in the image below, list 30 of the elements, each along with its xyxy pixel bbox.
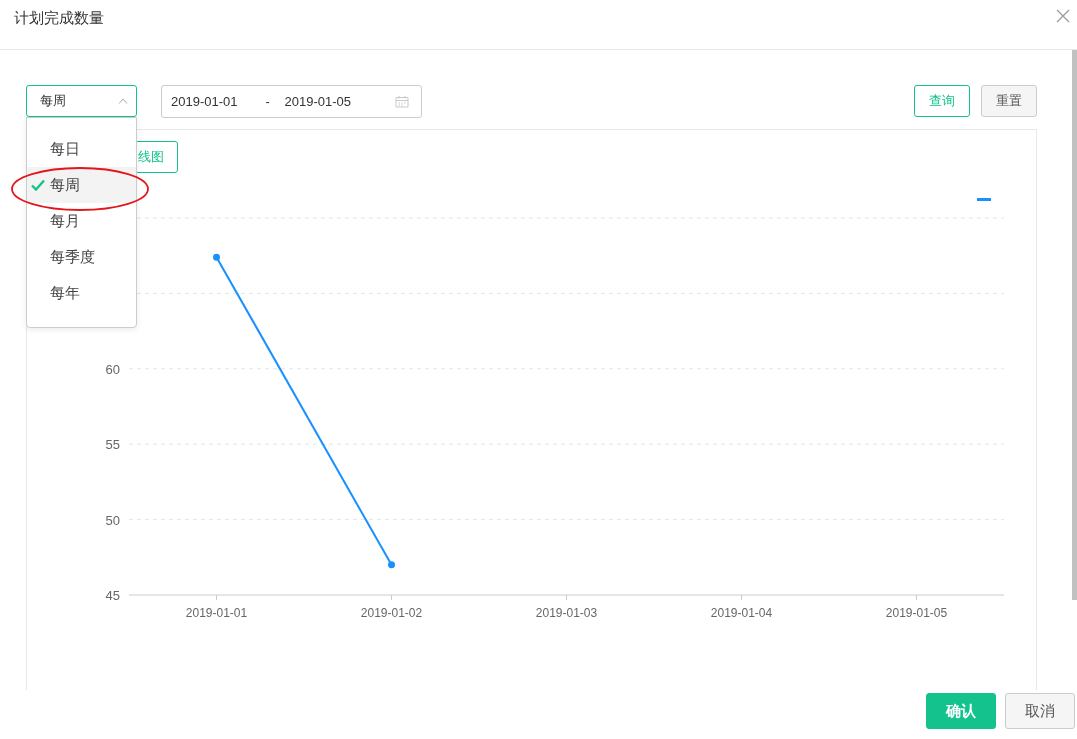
legend-marker[interactable] [977,198,991,201]
dialog-title: 计划完成数量 [14,9,104,28]
period-select[interactable]: 每周 [26,85,137,117]
y-axis-label: 60 [105,361,120,377]
end-date: 2019-01-05 [284,94,351,109]
start-date: 2019-01-01 [171,94,238,109]
data-point [213,253,220,261]
reset-button[interactable]: 重置 [981,85,1037,117]
x-axis-label: 2019-01-05 [885,606,948,620]
dropdown-option[interactable]: 每年 [27,275,136,311]
dropdown-option[interactable]: 每周 [27,167,136,203]
select-value: 每周 [40,92,66,110]
caret-icon [118,98,128,104]
scrollbar[interactable] [1072,50,1077,600]
range-separator: - [265,94,271,109]
dropdown-option[interactable]: 每月 [27,203,136,239]
x-axis-label: 2019-01-02 [360,606,423,620]
x-axis-label: 2019-01-03 [535,606,598,620]
y-axis-label: 55 [105,437,120,453]
dropdown-option[interactable]: 每季度 [27,239,136,275]
cancel-button[interactable]: 取消 [1005,693,1075,729]
close-icon[interactable] [1056,9,1070,23]
calendar-icon [395,95,409,108]
x-axis-label: 2019-01-04 [710,606,773,620]
x-axis-label: 2019-01-01 [185,606,248,620]
date-range-field[interactable]: 2019-01-01 - 2019-01-05 [161,85,422,118]
y-axis-label: 50 [105,512,120,528]
check-icon [31,179,45,191]
y-axis-label: 45 [105,588,120,603]
data-point [388,561,395,569]
